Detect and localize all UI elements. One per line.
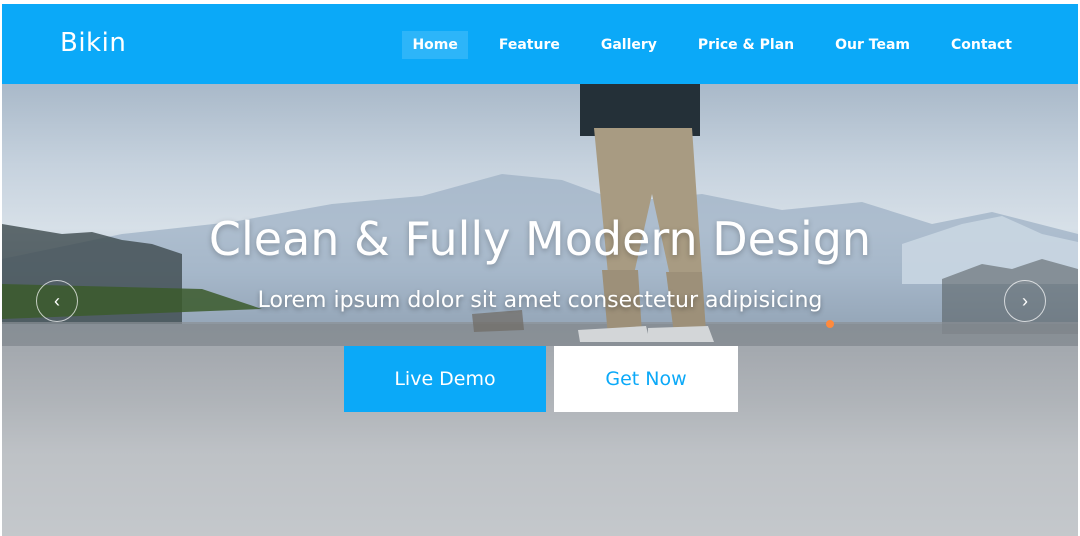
top-navbar: Bikin Home Feature Gallery Price & Plan … — [2, 4, 1078, 84]
brand-logo[interactable]: Bikin — [60, 28, 126, 58]
page-frame: Bikin Home Feature Gallery Price & Plan … — [2, 4, 1078, 536]
nav-item-contact[interactable]: Contact — [941, 31, 1022, 59]
get-now-button[interactable]: Get Now — [554, 346, 738, 412]
nav-item-feature[interactable]: Feature — [489, 31, 570, 59]
live-demo-button[interactable]: Live Demo — [344, 346, 546, 412]
nav-item-home[interactable]: Home — [402, 31, 468, 59]
hero-title: Clean & Fully Modern Design — [208, 212, 872, 266]
nav-item-our-team[interactable]: Our Team — [825, 31, 920, 59]
nav-item-price-plan[interactable]: Price & Plan — [688, 31, 804, 59]
hero-subtitle: Lorem ipsum dolor sit amet consectetur a… — [257, 288, 823, 313]
main-nav: Home Feature Gallery Price & Plan Our Te… — [381, 31, 1022, 59]
nav-item-gallery[interactable]: Gallery — [591, 31, 667, 59]
hero-slider: ‹ › Clean & Fully Modern Design Lorem ip… — [2, 84, 1078, 536]
